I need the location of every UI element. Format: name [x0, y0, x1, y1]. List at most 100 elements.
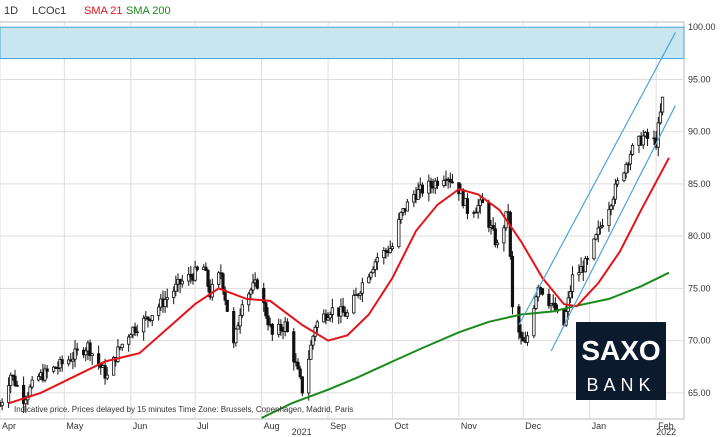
candle-body [174, 283, 178, 292]
candle-body [234, 328, 238, 344]
candle-body [628, 153, 632, 165]
resistance-zone [0, 26, 685, 60]
candle-body [249, 289, 253, 295]
candle-body [641, 135, 645, 146]
y-tick-label: 65.00 [688, 388, 711, 398]
y-tick-label: 80.00 [688, 231, 711, 241]
candle-body [630, 144, 635, 155]
candle-body [360, 282, 364, 294]
candle-body [300, 376, 304, 394]
candle-body [429, 180, 433, 187]
y-tick-label: 85.00 [688, 179, 711, 189]
candle-body [624, 163, 628, 174]
symbol-label: LCOc1 [32, 5, 66, 17]
candle-body [594, 234, 598, 240]
x-tick-label: Aug [264, 421, 280, 431]
candle-body [30, 379, 34, 388]
candle-body [163, 299, 167, 307]
candle-body [369, 272, 373, 278]
candle-body [435, 180, 440, 186]
candle-body [28, 386, 32, 397]
candle-body [508, 211, 512, 257]
logo-line2: BANK [586, 375, 655, 395]
x-tick-label: Nov [461, 421, 478, 431]
candle-body [388, 248, 392, 254]
candle-body [311, 335, 315, 346]
x-tick-label: May [66, 421, 84, 431]
y-tick-label: 90.00 [688, 127, 711, 137]
candle-body [521, 337, 525, 342]
candle-body [480, 199, 485, 204]
x-tick-label: Jul [197, 421, 209, 431]
candle-body [285, 321, 289, 333]
candle-body [519, 331, 523, 338]
candle-body [645, 132, 650, 139]
candle-body [328, 314, 332, 319]
candle-body [420, 184, 425, 194]
candle-body [217, 272, 221, 285]
candle-body [613, 183, 617, 200]
candle-body [24, 399, 28, 405]
candle-body [476, 205, 480, 213]
candle-body [656, 122, 660, 148]
interval-label: 1D [4, 5, 18, 17]
sma21-line [8, 157, 670, 405]
candle-body [399, 212, 403, 221]
x-axis: Apr May Jun Jul Aug Sep Oct Nov Dec Jan Feb2021 202… [2, 421, 676, 437]
candle-body [510, 256, 515, 308]
year-label: 2022 [656, 427, 676, 437]
candle-body [97, 353, 101, 365]
candle-body [165, 297, 169, 300]
candle-body [90, 353, 94, 357]
x-tick-label: Oct [394, 421, 409, 431]
indicator-lines [8, 32, 676, 419]
candle-body [135, 331, 139, 334]
y-tick-label: 70.00 [688, 336, 711, 346]
candle-body [525, 335, 530, 343]
candle-body [105, 374, 109, 379]
x-tick-label: Jan [592, 421, 607, 431]
candle-body [660, 96, 665, 113]
candle-body [75, 348, 79, 351]
candle-body [298, 368, 302, 378]
candle-body [15, 384, 19, 387]
candle-body [607, 209, 611, 226]
candle-body [491, 225, 495, 230]
x-tick-label: Jun [133, 421, 148, 431]
candle-body [609, 205, 613, 210]
candle-body [225, 299, 229, 312]
candle-body [373, 261, 377, 270]
y-tick-label: 95.00 [688, 74, 711, 84]
candle-body [296, 361, 300, 370]
candle-body [570, 274, 575, 292]
candlesticks [0, 96, 665, 413]
candle-body [60, 359, 64, 365]
candle-body [534, 296, 538, 309]
year-label: 2021 [292, 427, 312, 437]
candle-body [622, 172, 626, 182]
y-tick-label: 75.00 [688, 283, 711, 293]
candle-body [120, 343, 124, 349]
candle-body [341, 305, 345, 313]
candle-body [330, 307, 334, 315]
chart-header: 1D LCOc1 SMA 21 SMA 200 [4, 5, 171, 17]
candle-body [9, 374, 13, 387]
candle-body [150, 315, 154, 321]
candle-body [367, 276, 371, 284]
candle-body [658, 111, 663, 124]
candle-body [493, 228, 497, 246]
candle-body [307, 358, 311, 394]
candle-body [390, 246, 394, 250]
candle-body [266, 315, 270, 326]
candle-body [36, 376, 41, 381]
candle-body [450, 181, 455, 184]
candle-body [133, 326, 137, 333]
candle-body [448, 178, 452, 183]
candle-body [615, 180, 620, 185]
candle-body [405, 201, 409, 212]
sma200-legend: SMA 200 [126, 5, 171, 17]
candle-body [270, 323, 274, 335]
sma21-legend: SMA 21 [84, 5, 123, 17]
candle-body [6, 385, 11, 403]
candle-body [255, 279, 259, 289]
